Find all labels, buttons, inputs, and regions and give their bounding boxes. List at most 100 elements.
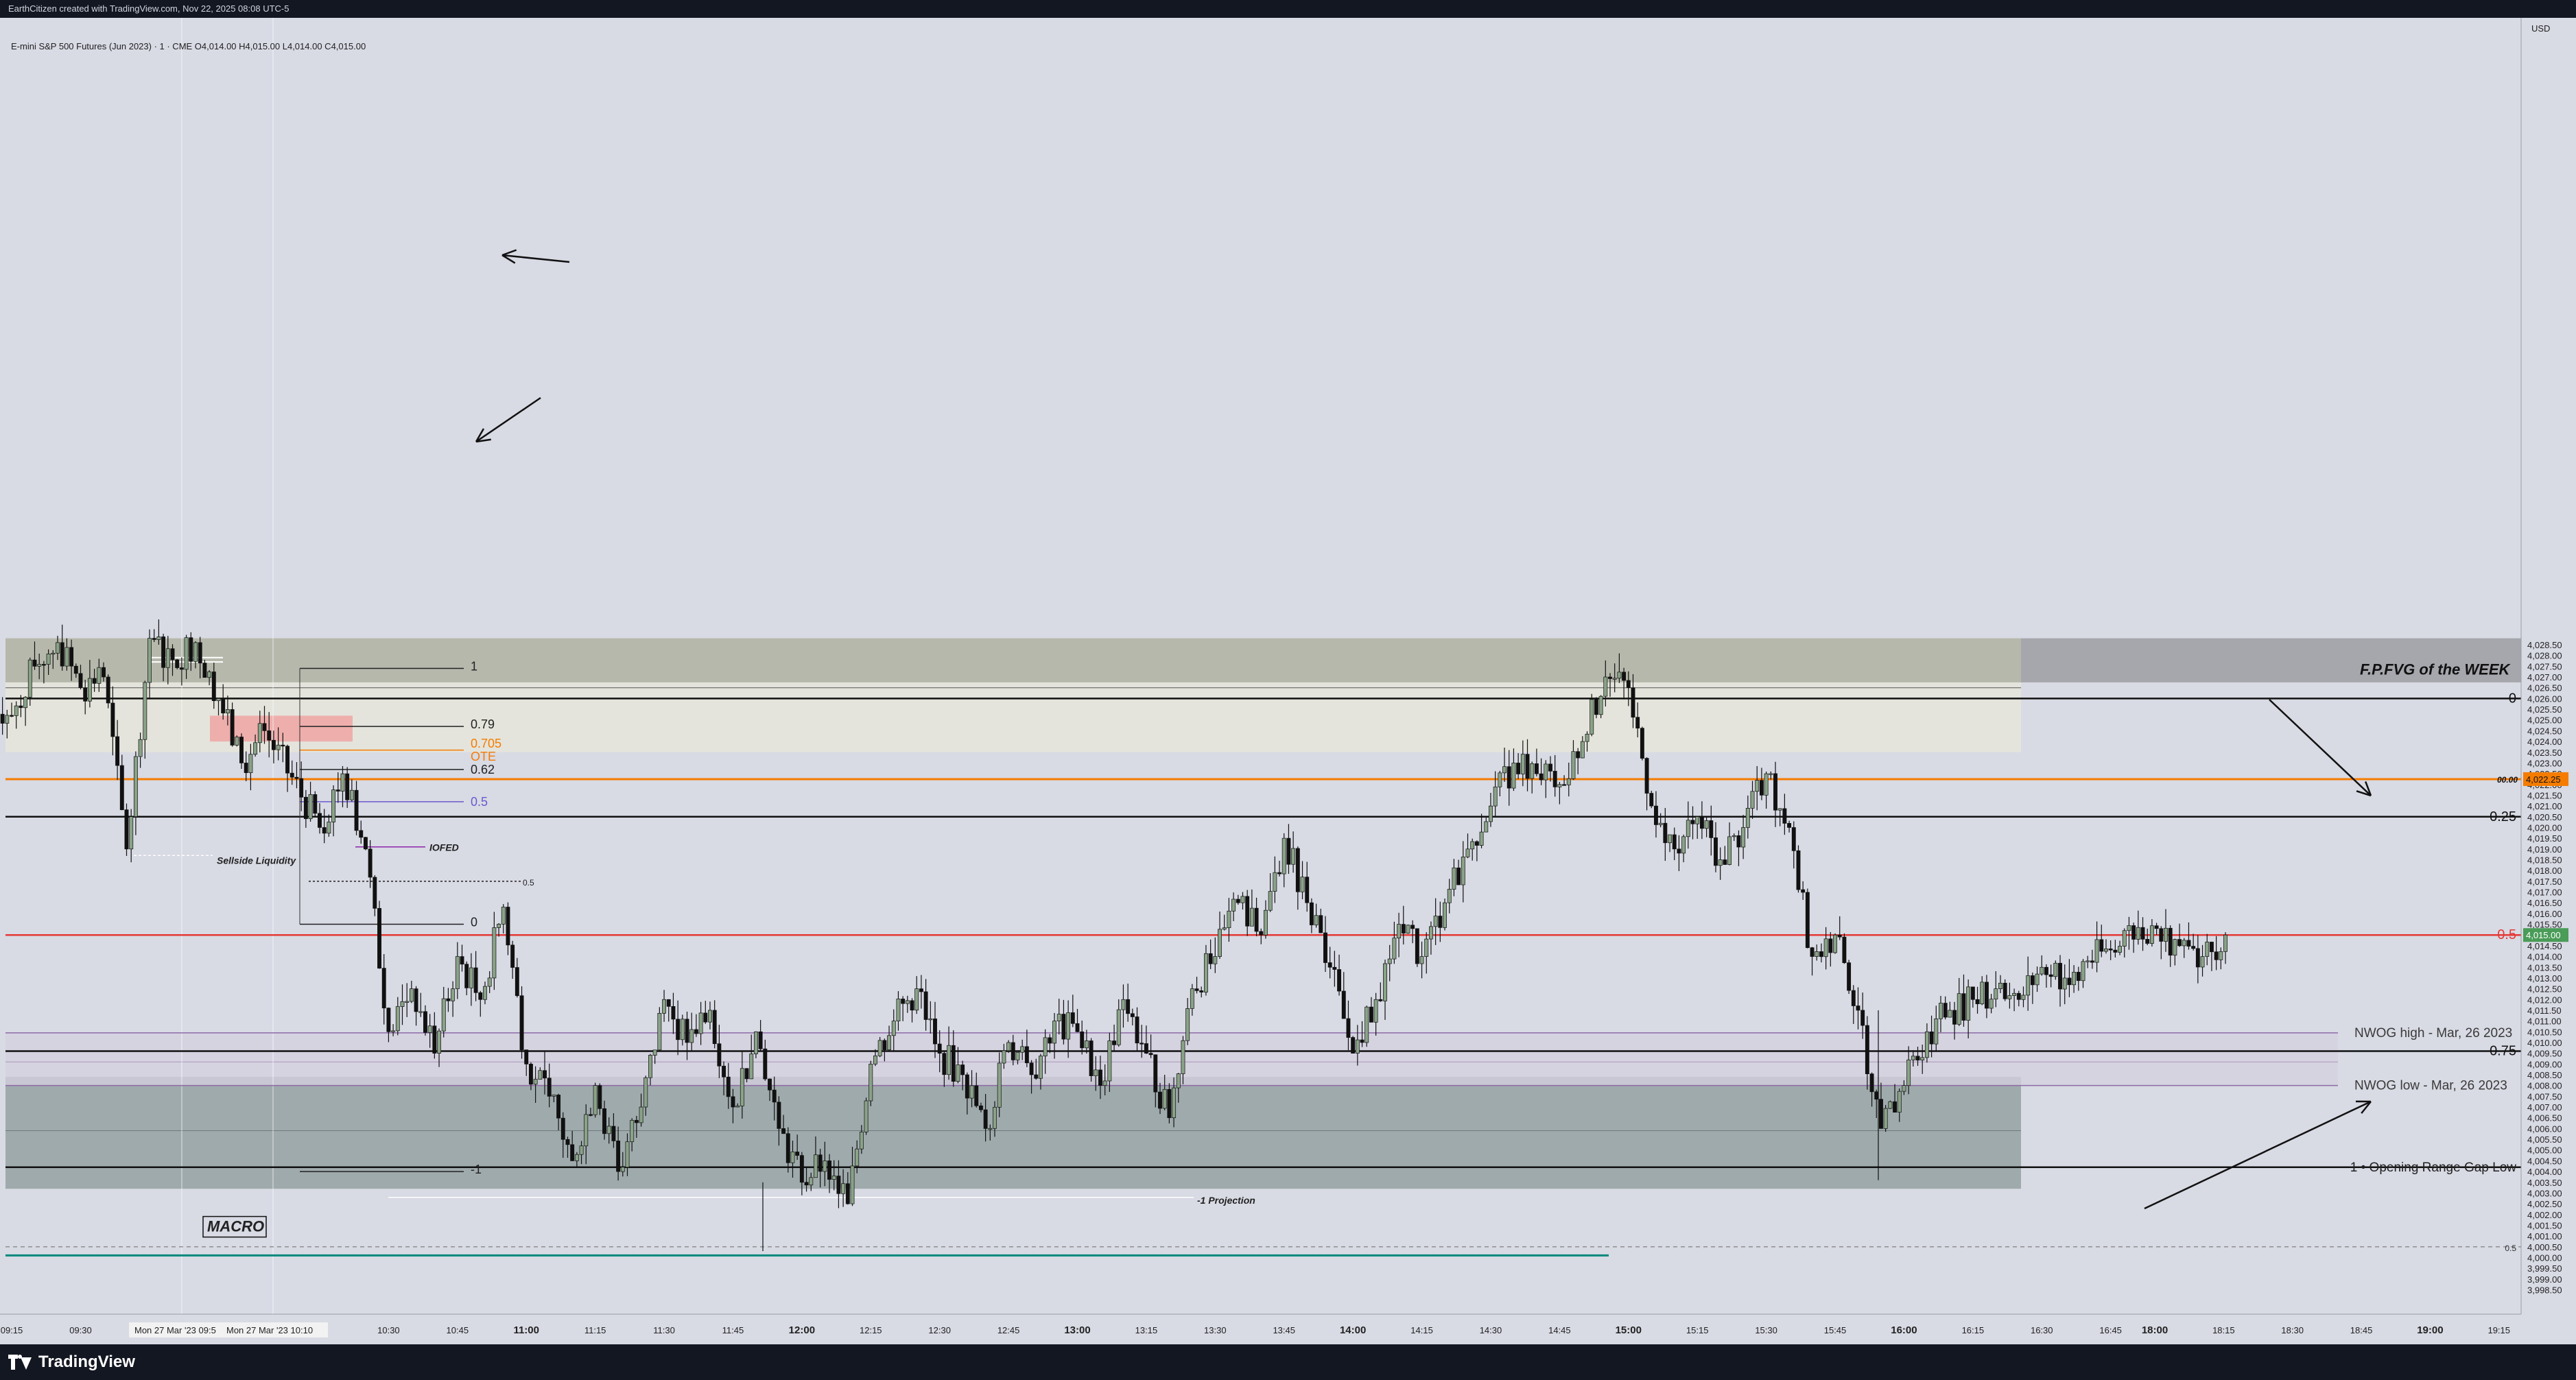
time-tick: 13:00 (1064, 1324, 1090, 1336)
range-label-start: Mon 27 Mar '23 09:5 (134, 1325, 216, 1335)
candle-up (1980, 982, 1985, 1004)
candle-down (423, 1011, 427, 1033)
ote-arrow-head (501, 249, 517, 257)
candle-down (119, 765, 124, 810)
candle-down (1369, 1006, 1373, 1023)
price-tick: 4,009.00 (2527, 1059, 2562, 1069)
price-tick: 4,009.50 (2527, 1049, 2562, 1059)
candle-up (680, 1019, 685, 1040)
candle-down (616, 1141, 621, 1172)
candle-up (1291, 848, 1296, 865)
time-tick: 18:30 (2281, 1325, 2304, 1335)
candle-up (1264, 909, 1268, 936)
candle-up (143, 682, 147, 740)
candle-down (189, 637, 193, 662)
candle-down (2048, 974, 2053, 977)
iofed-arrow (475, 396, 541, 443)
candle-up (1994, 988, 1998, 1000)
candle-down (2140, 927, 2145, 940)
candle-up (441, 998, 446, 1032)
candle-down (1048, 1037, 1052, 1044)
candle-down (2159, 928, 2164, 942)
candle-down (1828, 938, 1833, 953)
candle-down (2195, 948, 2200, 968)
candle-down (1851, 990, 1856, 1006)
candle-up (1015, 1051, 1020, 1060)
candle-up (1002, 1050, 1006, 1064)
tradingview-brand: TradingView (38, 1353, 135, 1371)
nwog-arrow (2269, 699, 2372, 796)
candle-down (1194, 988, 1199, 991)
candle-down (1548, 763, 1552, 772)
candle-down (473, 967, 478, 993)
candle-up (1084, 1040, 1089, 1049)
candle-down (1842, 936, 1847, 964)
candle-down (1070, 1012, 1075, 1024)
candle-up (37, 664, 42, 667)
candle-up (868, 1063, 873, 1102)
candle-up (1544, 763, 1548, 781)
candle-down (1562, 784, 1567, 786)
candle-up (1249, 907, 1254, 927)
candle-up (400, 1001, 405, 1007)
candle-up (1493, 786, 1498, 807)
candle-up (165, 648, 170, 668)
candle-up (1764, 773, 1769, 796)
candle-down (175, 659, 180, 668)
candle-up (662, 999, 667, 1014)
candle-up (997, 1062, 1002, 1108)
candle-down (19, 705, 23, 709)
tradingview-logo[interactable]: TradingView (8, 1353, 135, 1372)
candle-down (294, 776, 299, 779)
footer-bar: TradingView (0, 1344, 2576, 1380)
candle-up (1934, 1018, 1939, 1045)
candle-up (689, 1029, 694, 1043)
candle-down (1874, 1091, 1879, 1099)
candle-up (1998, 982, 2002, 989)
candle-down (836, 1176, 841, 1194)
candle-down (1277, 872, 1281, 875)
candle-up (1424, 938, 1429, 957)
candle-down (335, 789, 340, 792)
candle-down (634, 1119, 639, 1123)
candle-down (92, 678, 97, 684)
candle-up (648, 1055, 652, 1078)
candle-down (1893, 1101, 1897, 1113)
candle-up (1603, 676, 1608, 697)
candle-down (0, 713, 5, 724)
chart-area[interactable]: F.P.FVG of the WEEK 1 0.79 0.705 OTE 0.62 0.5 0… (0, 18, 2576, 1344)
candle-up (1777, 808, 1782, 811)
candle-up (2118, 946, 2122, 953)
time-tick: 11:15 (584, 1325, 606, 1335)
symbol-legend[interactable]: E-mini S&P 500 Futures (Jun 2023) · 1 · … (11, 41, 366, 51)
candle-up (1419, 956, 1424, 964)
candle-up (1704, 820, 1709, 829)
candle-up (1433, 916, 1438, 927)
candle-down (1360, 1039, 1364, 1043)
candle-down (271, 739, 276, 750)
candle-up (1741, 827, 1746, 848)
candle-up (349, 789, 354, 800)
candle-down (882, 1040, 887, 1051)
price-chart[interactable]: F.P.FVG of the WEEK 1 0.79 0.705OTE0.62 0.5 0… (0, 18, 2576, 1344)
candle-up (809, 1177, 814, 1186)
time-tick: 12:45 (997, 1325, 1020, 1335)
candle-up (1897, 1091, 1902, 1113)
candle-up (1364, 1006, 1369, 1043)
candle-down (510, 944, 515, 968)
candle-up (1185, 1008, 1190, 1041)
time-axis: 09:15 09:30 10:30 10:45 11:00 11:15 11:30 11:45… (0, 1313, 2576, 1344)
candle-down (951, 1045, 956, 1082)
candle-up (1580, 741, 1585, 759)
label-iofed: IOFED (429, 842, 459, 853)
candle-down (41, 664, 46, 666)
time-tick: 14:45 (1548, 1325, 1571, 1335)
candle-up (859, 1132, 864, 1150)
candle-up (1094, 1069, 1098, 1076)
candle-down (676, 1019, 681, 1040)
time-tick: 13:15 (1135, 1325, 1158, 1335)
candle-down (901, 999, 906, 1004)
candle-up (2127, 925, 2131, 931)
candle-down (2191, 946, 2196, 949)
candle-up (235, 737, 239, 746)
